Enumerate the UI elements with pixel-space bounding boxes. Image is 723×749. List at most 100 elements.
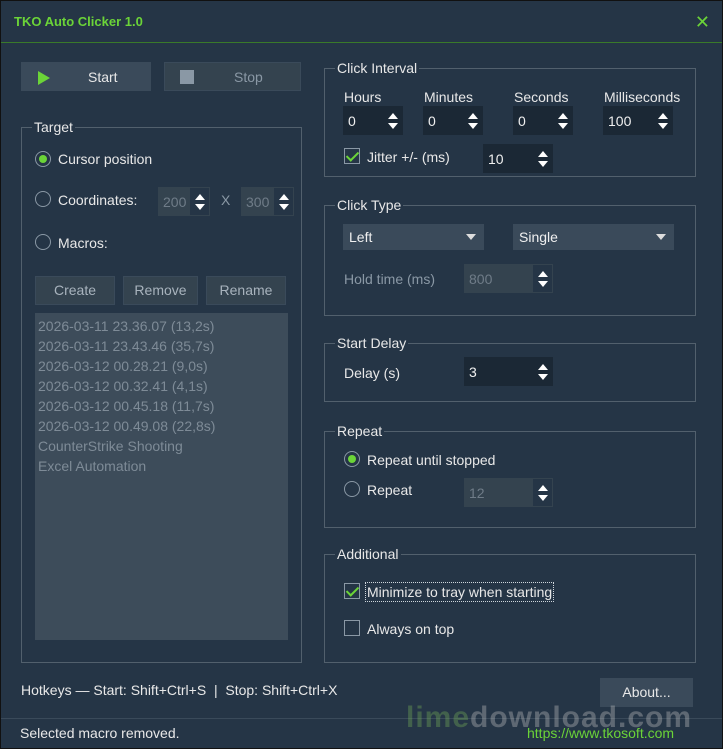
- up-arrow-icon[interactable]: [468, 113, 478, 119]
- up-arrow-icon[interactable]: [195, 194, 205, 200]
- chevron-down-icon: [466, 234, 476, 240]
- list-item[interactable]: 2026-03-11 23.43.46 (35,7s): [35, 336, 288, 356]
- stepper-arrows[interactable]: [553, 107, 572, 134]
- repeat-until-stopped-radio[interactable]: [344, 451, 360, 467]
- list-item[interactable]: 2026-03-12 00.45.18 (11,7s): [35, 396, 288, 416]
- remove-macro-button[interactable]: Remove: [123, 276, 198, 305]
- hold-time-value: 800: [469, 271, 493, 287]
- repeat-count-stepper[interactable]: 12: [464, 478, 553, 507]
- repeat-count-radio[interactable]: [344, 481, 360, 497]
- seconds-value: 0: [518, 113, 526, 129]
- target-group-label: Target: [32, 118, 75, 136]
- rename-macro-button[interactable]: Rename: [206, 276, 286, 305]
- x-coordinate-stepper[interactable]: 200: [158, 187, 210, 216]
- list-item[interactable]: 2026-03-12 00.32.41 (4,1s): [35, 376, 288, 396]
- seconds-stepper[interactable]: 0: [513, 106, 573, 135]
- jitter-checkbox[interactable]: [344, 148, 360, 164]
- stepper-arrows[interactable]: [274, 188, 293, 215]
- minimize-to-tray-label[interactable]: Minimize to tray when starting: [364, 582, 555, 602]
- repeat-count-label[interactable]: Repeat: [367, 482, 412, 498]
- list-item[interactable]: 2026-03-11 23.36.07 (13,2s): [35, 316, 288, 336]
- up-arrow-icon[interactable]: [558, 113, 568, 119]
- stepper-arrows[interactable]: [190, 188, 209, 215]
- click-type-group: Click Type: [324, 196, 696, 316]
- start-label: Start: [88, 69, 118, 85]
- down-arrow-icon[interactable]: [195, 204, 205, 210]
- stepper-arrows[interactable]: [533, 358, 552, 385]
- stepper-arrows[interactable]: [653, 107, 672, 134]
- minimize-to-tray-checkbox[interactable]: [344, 583, 360, 599]
- down-arrow-icon[interactable]: [558, 123, 568, 129]
- click-mode-value: Single: [519, 229, 558, 245]
- start-button[interactable]: Start: [21, 62, 151, 91]
- always-on-top-checkbox[interactable]: [344, 620, 360, 636]
- jitter-label[interactable]: Jitter +/- (ms): [367, 149, 450, 165]
- stepper-arrows[interactable]: [533, 145, 552, 172]
- hotkeys-text: Hotkeys — Start: Shift+Ctrl+S | Stop: Sh…: [21, 682, 338, 698]
- milliseconds-stepper[interactable]: 100: [603, 106, 673, 135]
- additional-group-label: Additional: [335, 545, 401, 563]
- down-arrow-icon[interactable]: [538, 161, 548, 167]
- down-arrow-icon[interactable]: [538, 374, 548, 380]
- close-icon[interactable]: ✕: [695, 13, 710, 31]
- list-item[interactable]: 2026-03-12 00.28.21 (9,0s): [35, 356, 288, 376]
- minutes-stepper[interactable]: 0: [423, 106, 483, 135]
- down-arrow-icon[interactable]: [538, 281, 548, 287]
- list-item[interactable]: CounterStrike Shooting: [35, 436, 288, 456]
- play-icon: [38, 71, 50, 85]
- macros-label[interactable]: Macros:: [58, 235, 108, 251]
- up-arrow-icon[interactable]: [538, 271, 548, 277]
- coordinate-separator: X: [221, 192, 231, 208]
- up-arrow-icon[interactable]: [538, 485, 548, 491]
- cursor-position-radio[interactable]: [35, 151, 51, 167]
- up-arrow-icon[interactable]: [658, 113, 668, 119]
- up-arrow-icon[interactable]: [538, 151, 548, 157]
- milliseconds-label: Milliseconds: [604, 89, 681, 105]
- down-arrow-icon[interactable]: [538, 495, 548, 501]
- app-window: TKO Auto Clicker 1.0 ✕ Start Stop Target…: [0, 0, 723, 749]
- stepper-arrows[interactable]: [463, 107, 482, 134]
- up-arrow-icon[interactable]: [538, 364, 548, 370]
- chevron-down-icon: [656, 234, 666, 240]
- list-item[interactable]: Excel Automation: [35, 456, 288, 476]
- always-on-top-label[interactable]: Always on top: [367, 621, 454, 637]
- create-macro-button[interactable]: Create: [35, 276, 115, 305]
- y-coordinate-stepper[interactable]: 300: [241, 187, 294, 216]
- repeat-until-stopped-label[interactable]: Repeat until stopped: [367, 452, 495, 468]
- coordinates-label[interactable]: Coordinates:: [58, 192, 137, 208]
- click-type-label: Click Type: [335, 196, 404, 214]
- stop-icon: [180, 70, 194, 84]
- hours-stepper[interactable]: 0: [343, 106, 403, 135]
- stop-button[interactable]: Stop: [164, 62, 301, 91]
- down-arrow-icon[interactable]: [468, 123, 478, 129]
- delay-stepper[interactable]: 3: [464, 357, 553, 386]
- macros-radio[interactable]: [35, 234, 51, 250]
- website-link[interactable]: https://www.tkosoft.com: [527, 725, 674, 741]
- stepper-arrows[interactable]: [533, 265, 552, 292]
- up-arrow-icon[interactable]: [388, 113, 398, 119]
- watermark-part-a: lime: [406, 701, 471, 734]
- repeat-group-label: Repeat: [335, 422, 385, 440]
- coordinates-radio[interactable]: [35, 191, 51, 207]
- stop-label: Stop: [234, 69, 263, 85]
- delay-value: 3: [469, 364, 477, 380]
- down-arrow-icon[interactable]: [388, 123, 398, 129]
- title-bar[interactable]: TKO Auto Clicker 1.0 ✕: [1, 1, 722, 43]
- stepper-arrows[interactable]: [383, 107, 402, 134]
- milliseconds-value: 100: [608, 113, 632, 129]
- hold-time-stepper[interactable]: 800: [464, 264, 553, 293]
- mouse-button-dropdown[interactable]: Left: [343, 224, 484, 250]
- down-arrow-icon[interactable]: [658, 123, 668, 129]
- y-coordinate-value: 300: [246, 194, 270, 210]
- hold-time-label: Hold time (ms): [344, 271, 436, 287]
- jitter-stepper[interactable]: 10: [483, 144, 553, 173]
- click-mode-dropdown[interactable]: Single: [513, 224, 674, 250]
- macro-list[interactable]: 2026-03-11 23.36.07 (13,2s) 2026-03-11 2…: [35, 313, 288, 640]
- list-item[interactable]: 2026-03-12 00.49.08 (22,8s): [35, 416, 288, 436]
- down-arrow-icon[interactable]: [279, 204, 289, 210]
- hours-value: 0: [348, 113, 356, 129]
- seconds-label: Seconds: [514, 89, 569, 105]
- cursor-position-label[interactable]: Cursor position: [58, 151, 152, 167]
- stepper-arrows[interactable]: [533, 479, 552, 506]
- up-arrow-icon[interactable]: [279, 194, 289, 200]
